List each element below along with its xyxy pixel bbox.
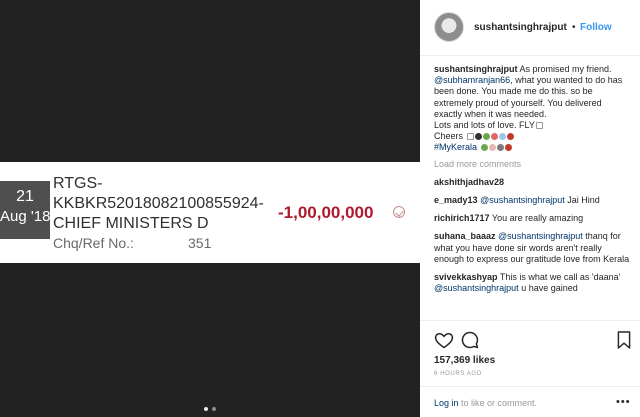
comment-text: This is what we call as 'daana': [499, 272, 621, 283]
description-line: CHIEF MINISTERS D: [53, 215, 209, 232]
emoji-icon: [490, 133, 498, 141]
caption-mention[interactable]: @subhamranjan66: [434, 75, 510, 85]
reference-number: Chq/Ref No.: 351: [53, 235, 211, 251]
heart-icon[interactable]: [434, 330, 454, 350]
emoji-icon: [474, 133, 482, 141]
reference-value: 351: [188, 235, 212, 251]
avatar[interactable]: [434, 12, 464, 42]
comment-item: richirich1717 You are really amazing: [434, 213, 630, 224]
comment-mention[interactable]: @sushantsinghrajput: [498, 231, 583, 241]
comment-text: Jai Hind: [564, 195, 600, 206]
emoji-icon: [488, 144, 496, 152]
comment-mention[interactable]: @sushantsinghrajput: [434, 283, 519, 293]
transaction-description: RTGS- KKBKR52018082100855924- CHIEF MINI…: [53, 174, 264, 234]
follow-button[interactable]: Follow: [580, 22, 612, 33]
comment-text: u have gained: [518, 283, 578, 294]
description-line: KKBKR52018082100855924-: [53, 195, 264, 212]
bookmark-icon[interactable]: [616, 330, 632, 350]
transaction-day: 21: [16, 188, 34, 205]
transaction-date: 21 Aug '18: [0, 181, 50, 239]
caption-text: As promised my friend.: [519, 64, 612, 74]
post-header: sushantsinghrajput • Follow: [420, 0, 640, 56]
emoji-icon: [496, 144, 504, 152]
post-side-panel: sushantsinghrajput • Follow sushantsingh…: [420, 0, 640, 417]
login-prompt: Log in to like or comment.: [434, 398, 537, 408]
likes-count[interactable]: 157,369 likes: [434, 355, 495, 366]
heart-emoji-icon: [504, 144, 512, 152]
login-prompt-text: to like or comment.: [458, 398, 538, 408]
post-timestamp: 6 HOURS AGO: [434, 371, 482, 377]
separator-dot: •: [572, 22, 576, 33]
login-footer: Log in to like or comment. •••: [420, 386, 640, 417]
comment-username[interactable]: svivekkashyap: [434, 272, 498, 282]
post-caption: sushantsinghrajput As promised my friend…: [434, 64, 630, 154]
comments-section[interactable]: sushantsinghrajput As promised my friend…: [434, 64, 630, 320]
carousel-dot[interactable]: [212, 407, 216, 411]
emoji-icon: [498, 133, 506, 141]
more-icon[interactable]: •••: [616, 396, 631, 408]
comment-username[interactable]: richirich1717: [434, 213, 490, 223]
emoji-icon: [466, 133, 474, 141]
transaction-month: Aug '18: [0, 208, 51, 225]
comment-item: suhana_baaaz @sushantsinghrajput thanq f…: [434, 231, 630, 265]
emoji-icon: [482, 133, 490, 141]
header-username[interactable]: sushantsinghrajput: [474, 22, 567, 33]
emoji-icon: [480, 144, 488, 152]
comment-mention[interactable]: @sushantsinghrajput: [480, 195, 565, 205]
emoji-icon: [535, 122, 543, 130]
transaction-amount: -1,00,00,000: [278, 203, 374, 222]
comment-username[interactable]: e_mady13: [434, 195, 478, 205]
comment-icon[interactable]: [460, 330, 480, 350]
comment-username[interactable]: akshithjadhav28: [434, 177, 504, 187]
login-link[interactable]: Log in: [434, 398, 459, 408]
comment-item: svivekkashyap This is what we call as 'd…: [434, 272, 630, 294]
comment-item: akshithjadhav28: [434, 177, 630, 188]
checkmark-icon: [393, 206, 405, 218]
comment-list: akshithjadhav28 e_mady13 @sushantsinghra…: [434, 177, 630, 295]
post-media[interactable]: 21 Aug '18 RTGS- KKBKR52018082100855924-…: [0, 0, 420, 417]
bank-statement-row: 21 Aug '18 RTGS- KKBKR52018082100855924-…: [0, 162, 420, 263]
comment-text: love from Kerala: [561, 253, 630, 264]
load-more-comments-link[interactable]: Load more comments: [434, 159, 630, 170]
carousel-indicator: [0, 404, 420, 411]
comment-username[interactable]: suhana_baaaz: [434, 231, 496, 241]
heart-emoji-icon: [506, 133, 514, 141]
post-actions: 157,369 likes 6 HOURS AGO: [420, 320, 640, 396]
carousel-dot[interactable]: [204, 407, 208, 411]
comment-item: e_mady13 @sushantsinghrajput Jai Hind: [434, 195, 630, 206]
caption-username[interactable]: sushantsinghrajput: [434, 64, 518, 74]
hashtag[interactable]: #MyKerala: [434, 142, 477, 152]
description-line: RTGS-: [53, 175, 103, 192]
comment-text: You are really amazing: [491, 213, 584, 224]
caption-line: Cheers: [434, 131, 464, 142]
caption-line: Lots and lots of love. FLY: [434, 120, 535, 131]
reference-label: Chq/Ref No.:: [53, 235, 134, 251]
